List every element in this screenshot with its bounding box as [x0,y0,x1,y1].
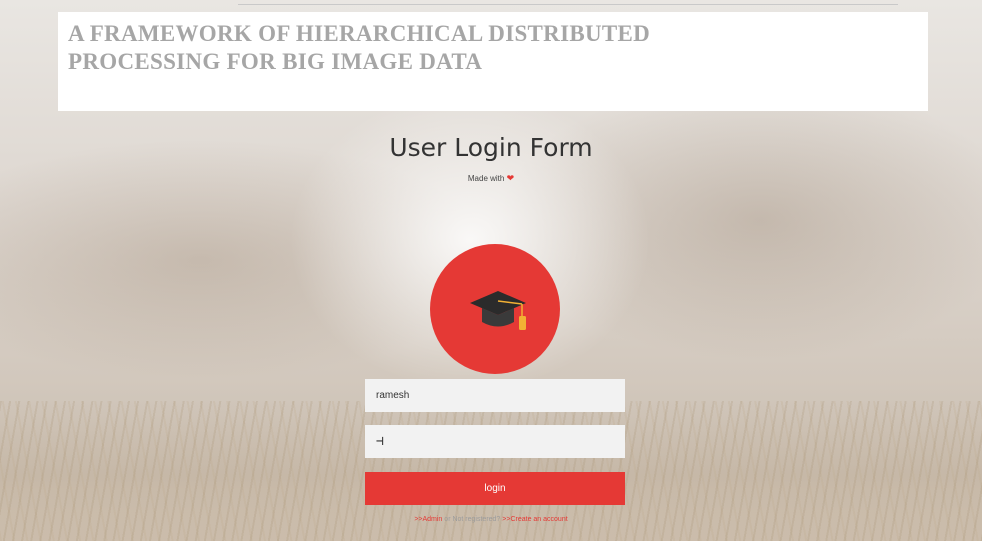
password-input[interactable] [365,425,625,458]
made-with-line: Made with ❤ [0,173,982,184]
form-heading: User Login Form [389,133,593,162]
not-registered-text: or Not registered? [444,516,501,523]
title-banner: A FRAMEWORK OF HIERARCHICAL DISTRIBUTED … [58,12,928,111]
create-account-link[interactable]: >>Create an account [502,516,567,523]
username-input[interactable] [365,379,625,412]
footer-links: >>Admin or Not registered? >>Create an a… [0,516,982,523]
made-with-text: Made with [467,174,505,183]
graduation-cap-icon [470,291,526,330]
heart-icon: ❤ [506,173,515,183]
top-divider [238,4,898,5]
admin-link[interactable]: >>Admin [414,516,442,523]
page-title: A FRAMEWORK OF HIERARCHICAL DISTRIBUTED … [68,21,651,74]
login-button[interactable]: login [365,472,625,505]
logo-avatar [430,244,560,374]
login-page: A FRAMEWORK OF HIERARCHICAL DISTRIBUTED … [0,0,982,541]
